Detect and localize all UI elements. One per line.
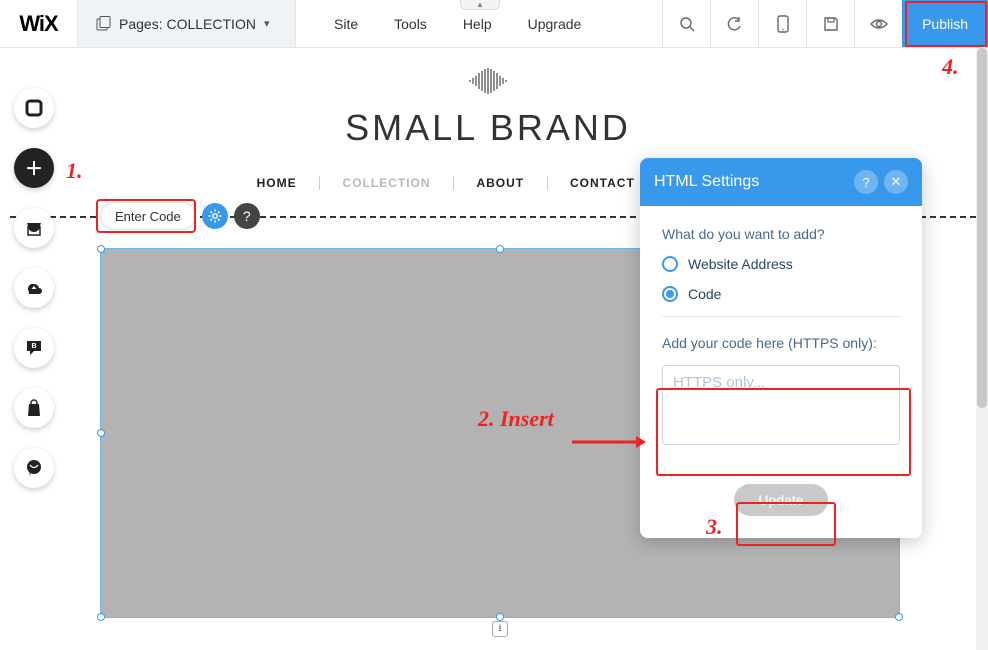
- resize-handle[interactable]: [895, 613, 903, 621]
- wix-logo-text: WiX: [19, 11, 57, 37]
- mobile-icon[interactable]: [758, 0, 806, 47]
- nav-home[interactable]: HOME: [239, 176, 315, 190]
- download-icon[interactable]: ⭳: [492, 621, 508, 637]
- panel-body: What do you want to add? Website Address…: [640, 206, 922, 470]
- wix-logo[interactable]: WiX: [0, 0, 78, 47]
- rail-blog-icon[interactable]: B: [14, 328, 54, 368]
- pages-dropdown[interactable]: Pages: COLLECTION ▾: [78, 0, 296, 47]
- rail-shop-icon[interactable]: [14, 388, 54, 428]
- panel-title: HTML Settings: [654, 173, 848, 191]
- rail-add-icon[interactable]: ＋: [14, 148, 54, 188]
- enter-code-label: Enter Code: [115, 209, 181, 224]
- svg-text:B: B: [31, 343, 36, 350]
- resize-handle[interactable]: [496, 245, 504, 253]
- panel-divider: [662, 316, 900, 317]
- html-settings-panel: HTML Settings ? ✕ What do you want to ad…: [640, 158, 922, 538]
- radio-website-address[interactable]: Website Address: [662, 256, 900, 272]
- resize-handle[interactable]: [97, 613, 105, 621]
- code-input[interactable]: [662, 365, 900, 445]
- publish-label: Publish: [922, 16, 968, 32]
- element-toolbar: Enter Code ?: [100, 202, 260, 230]
- nav-collection[interactable]: COLLECTION: [325, 176, 449, 190]
- pages-label: Pages: COLLECTION: [119, 16, 256, 32]
- nav-divider: [547, 176, 548, 190]
- help-icon[interactable]: ?: [234, 203, 260, 229]
- publish-button[interactable]: Publish: [902, 0, 988, 47]
- chevron-down-icon: ▾: [264, 17, 270, 30]
- panel-close-icon[interactable]: ✕: [884, 170, 908, 194]
- enter-code-button[interactable]: Enter Code: [100, 202, 196, 230]
- settings-gear-icon[interactable]: [202, 203, 228, 229]
- nav-about[interactable]: ABOUT: [458, 176, 542, 190]
- topbar-expand-icon[interactable]: ▲: [460, 0, 500, 10]
- rail-background-icon[interactable]: [14, 88, 54, 128]
- radio-icon: [662, 256, 678, 272]
- rail-chat-icon[interactable]: [14, 448, 54, 488]
- update-button[interactable]: Update: [734, 484, 827, 516]
- radio-icon: [662, 286, 678, 302]
- site-header: SMALL BRAND: [0, 66, 976, 149]
- preview-icon[interactable]: [854, 0, 902, 47]
- panel-help-icon[interactable]: ?: [854, 170, 878, 194]
- rail-store-icon[interactable]: [14, 208, 54, 248]
- radio-label: Website Address: [688, 256, 793, 272]
- pages-icon: [96, 16, 111, 31]
- brand-title: SMALL BRAND: [0, 107, 976, 149]
- brand-logo-icon: [458, 66, 518, 101]
- menu-site[interactable]: Site: [316, 0, 376, 48]
- radio-label: Code: [688, 286, 721, 302]
- zoom-icon[interactable]: [662, 0, 710, 47]
- nav-contact[interactable]: CONTACT: [552, 176, 653, 190]
- nav-divider: [453, 176, 454, 190]
- vertical-scrollbar-track[interactable]: [976, 48, 988, 650]
- panel-question-2: Add your code here (HTTPS only):: [662, 335, 900, 351]
- panel-header: HTML Settings ? ✕: [640, 158, 922, 206]
- update-label: Update: [758, 492, 803, 508]
- panel-footer: Update: [640, 470, 922, 538]
- rail-upload-icon[interactable]: [14, 268, 54, 308]
- radio-code[interactable]: Code: [662, 286, 900, 302]
- resize-handle[interactable]: [97, 245, 105, 253]
- nav-divider: [319, 176, 320, 190]
- top-icons: [662, 0, 902, 47]
- vertical-scrollbar-thumb[interactable]: [977, 48, 987, 408]
- left-tool-rail: ＋ B: [14, 88, 54, 488]
- undo-icon[interactable]: [710, 0, 758, 47]
- menu-tools[interactable]: Tools: [376, 0, 445, 48]
- resize-handle[interactable]: [97, 429, 105, 437]
- menu-upgrade[interactable]: Upgrade: [510, 0, 600, 48]
- save-icon[interactable]: [806, 0, 854, 47]
- top-menu: Site Tools Help Upgrade: [316, 0, 599, 47]
- panel-question-1: What do you want to add?: [662, 226, 900, 242]
